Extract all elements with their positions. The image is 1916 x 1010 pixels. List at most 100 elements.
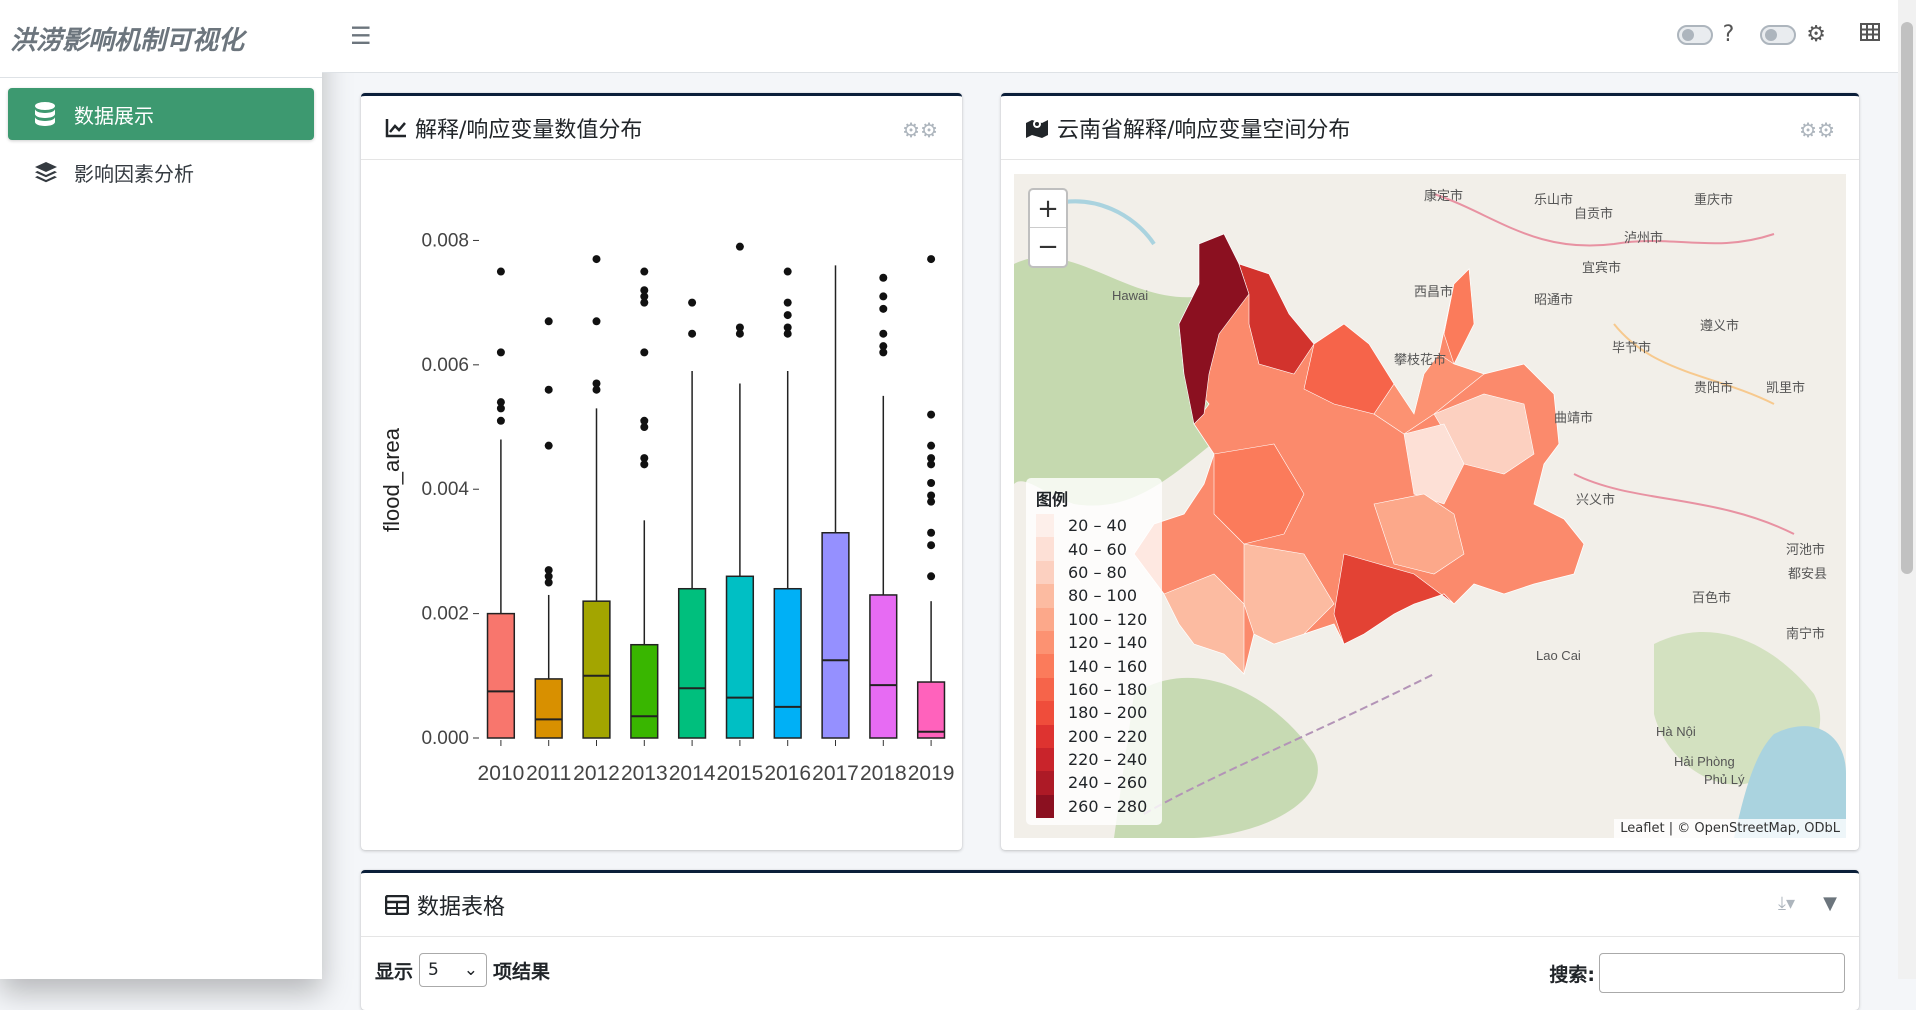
box-2016 [773,587,802,739]
outlier-point [879,292,888,301]
line-chart-icon [385,118,407,138]
page-length-value: 5 [428,960,439,980]
outlier-point [927,541,936,550]
table-search: 搜索: [1549,953,1845,993]
zoom-out-button[interactable]: − [1030,228,1066,266]
outlier-point [688,298,697,307]
sidebar-item-factor-analysis[interactable]: 影响因素分析 [8,146,314,198]
outlier-point [544,441,553,450]
map-place-label: 贵阳市 [1694,380,1733,395]
sidebar-item-label: 数据展示 [74,103,154,128]
card-title: 解释/响应变量数值分布 [415,117,643,143]
legend-item: 220 – 240 [1036,747,1152,772]
x-tick-label: 2010 [478,762,525,785]
scrollbar-thumb[interactable] [1901,22,1913,574]
map-place-label: 西昌市 [1414,284,1453,299]
outlier-point [496,267,505,276]
legend-swatch [1036,747,1054,772]
grid-icon[interactable] [1860,22,1880,47]
y-tick-label: 0.006 [421,355,469,376]
page-scrollbar[interactable] [1898,0,1916,979]
gear-icon[interactable]: ⚙ [1806,22,1826,47]
help-toggle-switch[interactable] [1676,24,1713,45]
x-tick-label: 2017 [812,762,859,785]
box-2018 [869,594,898,739]
search-input[interactable] [1599,953,1845,993]
download-icon[interactable]: ⤓▾ [1778,893,1795,914]
gears-icon[interactable]: ⚙⚙ [1799,118,1835,142]
outlier-point [640,267,649,276]
outlier-point [592,317,601,326]
search-label: 搜索: [1549,963,1595,986]
outlier-point [879,273,888,282]
outlier-point [688,329,697,338]
outlier-point [927,491,936,500]
help-icon[interactable]: ? [1723,22,1735,47]
zoom-in-button[interactable]: + [1030,190,1066,228]
theme-toggle-switch[interactable] [1760,24,1797,45]
legend-label: 160 – 180 [1068,679,1148,699]
outlier-point [927,572,936,581]
outlier-point [879,342,888,351]
boxplot-chart: 0.0000.0020.0040.0060.008flood_area2010 2… [379,230,955,785]
card-title: 云南省解释/响应变量空间分布 [1057,117,1351,143]
outlier-point [783,298,792,307]
x-tick-label: 2014 [669,762,716,785]
map-place-label: 重庆市 [1694,192,1733,207]
x-tick-label: 2019 [908,762,955,785]
map-place-label: 康定市 [1424,188,1463,203]
map-place-label: Hawai [1112,288,1148,303]
page-length-control: 显示 5 ⌄ 项结果 [375,953,550,987]
legend-item: 180 – 200 [1036,701,1152,725]
outlier-point [640,286,649,295]
box-2013 [630,643,659,739]
outlier-point [544,566,553,575]
outlier-point [927,410,936,419]
legend-swatch [1036,724,1054,748]
x-tick-label: 2013 [621,762,668,785]
outlier-point [592,255,601,264]
layers-icon [34,160,74,184]
map-place-label: 百色市 [1692,590,1731,605]
legend-item: 80 – 100 [1036,584,1152,608]
entries-label: 项结果 [493,960,551,983]
x-tick-label: 2012 [573,762,620,785]
filter-icon[interactable]: ▼ [1823,893,1837,914]
map-attribution[interactable]: Leaflet | © OpenStreetMap, ODbL [1614,819,1846,838]
y-tick-label: 0.002 [421,604,469,625]
legend-label: 240 – 260 [1068,773,1148,793]
map-place-label: 遵义市 [1700,318,1739,333]
box-2011 [534,678,563,739]
x-tick-label: 2011 [526,762,571,785]
legend-label: 60 – 80 [1068,562,1127,582]
map-place-label: Hải Phòng [1674,754,1735,769]
outlier-point [783,311,792,320]
legend-item: 240 – 260 [1036,771,1152,795]
sidebar: 洪涝影响机制可视化 数据展示 影响因素分析 [0,0,322,979]
gears-icon[interactable]: ⚙⚙ [902,118,938,142]
sidebar-item-data-display[interactable]: 数据展示 [8,88,314,140]
menu-toggle-icon[interactable]: ☰ [350,22,372,50]
map-place-label: 泸州市 [1624,230,1663,245]
outlier-point [879,304,888,313]
map-legend: 图例 20 – 40 40 – 60 60 – 80 80 – 100 100 – 12… [1026,478,1162,825]
legend-swatch [1036,701,1054,725]
legend-item: 100 – 120 [1036,607,1152,631]
leaflet-map[interactable]: 康定市 乐山市 自贡市 重庆市 泸州市 西昌市 宜宾市 昭通市 毕节市 遵义市 … [1014,174,1846,838]
legend-item: 200 – 220 [1036,724,1152,748]
map-place-label: 毕节市 [1612,340,1651,355]
box-2019 [916,681,946,739]
boxplot-card: 解释/响应变量数值分布 ⚙⚙ 0.000 0.002 0.004 0.006 0.008… [361,93,962,850]
legend-label: 100 – 120 [1068,609,1148,629]
show-label: 显示 [375,960,414,983]
legend-label: 260 – 280 [1068,796,1148,816]
sidebar-nav: 数据展示 影响因素分析 [0,78,322,214]
page-length-select[interactable]: 5 ⌄ [419,953,488,987]
outlier-point [544,385,553,394]
outlier-point [783,267,792,276]
box-2010 [486,612,516,739]
legend-swatch [1036,677,1054,702]
legend-swatch [1036,560,1054,585]
table-card-header: 数据表格 ⤓▾ ▼ [361,873,1859,937]
legend-rows: 20 – 40 40 – 60 60 – 80 80 – 100 100 – 120 12… [1036,514,1152,819]
